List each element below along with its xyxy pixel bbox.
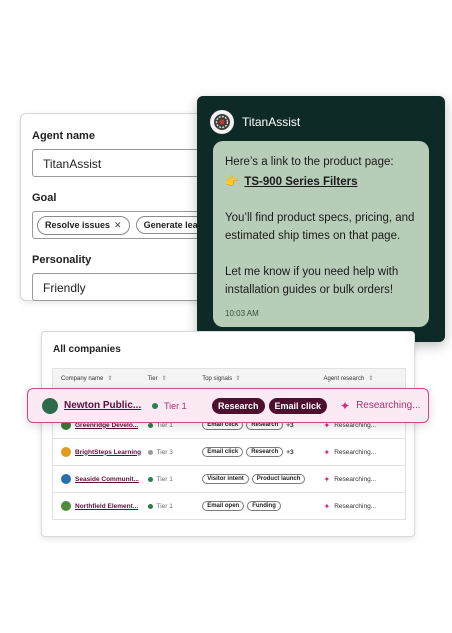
- chat-followup-text: Let me know if you need help with instal…: [225, 266, 399, 296]
- company-logo-icon: [61, 447, 71, 457]
- research-status: Researching...: [334, 475, 377, 483]
- signal-tag: Email click: [202, 447, 244, 457]
- signal-tag: Research: [246, 447, 284, 457]
- more-signals-count[interactable]: +3: [286, 449, 293, 456]
- signal-tag: Product launch: [251, 474, 306, 484]
- chat-link-line: 👉 TS-900 Series Filters: [225, 173, 417, 191]
- signal-tag: Email open: [202, 501, 245, 511]
- chat-agent-name: TitanAssist: [242, 115, 301, 129]
- research-status: Researching...: [356, 400, 421, 411]
- chat-timestamp: 10:03 AM: [225, 309, 259, 318]
- goal-chip-label: Resolve issues: [45, 220, 111, 230]
- company-name-link[interactable]: Newton Public...: [64, 400, 141, 411]
- tier-label: Tier 1: [156, 502, 173, 510]
- signal-tag-research: Research: [212, 397, 265, 414]
- company-logo-icon: [61, 474, 71, 484]
- sort-updown-icon[interactable]: ⇕: [162, 375, 167, 382]
- table-row[interactable]: BrightSteps Learning Tier 3 Email click R…: [53, 438, 405, 465]
- agent-name-label: Agent name: [32, 130, 95, 142]
- research-status: Researching...: [334, 448, 377, 456]
- chat-intro-text: Here’s a link to the product page:: [225, 156, 394, 168]
- chat-message-bubble: Here’s a link to the product page: 👉 TS-…: [213, 141, 429, 327]
- column-header-label: Agent research: [323, 375, 365, 382]
- goal-field[interactable]: Resolve issues ✕ Generate leads: [32, 211, 208, 239]
- companies-title: All companies: [53, 344, 121, 355]
- sort-updown-icon[interactable]: ⇕: [107, 375, 112, 382]
- column-header-label: Tier: [147, 375, 158, 382]
- tier-dot-icon: [152, 402, 158, 409]
- tier-label: Tier 3: [156, 448, 173, 456]
- column-header-company-name[interactable]: Company name ⇕: [53, 375, 148, 383]
- pointing-hand-icon: 👉: [225, 176, 240, 188]
- goal-chip-resolve-issues[interactable]: Resolve issues ✕: [37, 215, 130, 235]
- signal-tag-email-click: Email click: [268, 397, 328, 414]
- gear-emblem-icon: [210, 110, 234, 134]
- personality-label: Personality: [32, 254, 92, 266]
- tier-dot-icon: [147, 476, 153, 482]
- sparkle-icon: ✦: [323, 474, 331, 484]
- sort-updown-icon[interactable]: ⇕: [368, 375, 373, 382]
- sparkle-icon: ✦: [323, 447, 331, 457]
- chat-preview-card: TitanAssist Here’s a link to the product…: [197, 96, 445, 342]
- goal-label: Goal: [32, 192, 57, 204]
- table-row[interactable]: Northfield Element... Tier 1 Email open F…: [53, 492, 405, 519]
- column-header-agent-research[interactable]: Agent research ⇕: [323, 375, 405, 383]
- column-header-tier[interactable]: Tier ⇕: [147, 375, 203, 383]
- agent-name-field[interactable]: TitanAssist: [32, 149, 208, 177]
- table-row[interactable]: Seaside Communit... Tier 1 Visitor inten…: [53, 465, 405, 492]
- company-logo-icon: [61, 501, 71, 511]
- column-header-top-signals[interactable]: Top signals ⇕: [202, 375, 323, 383]
- companies-card: All companies Company name ⇕ Tier ⇕ Top …: [41, 331, 415, 537]
- product-page-link[interactable]: TS-900 Series Filters: [244, 173, 357, 191]
- chat-details-text: You’ll find product specs, pricing, and …: [225, 212, 415, 242]
- personality-field[interactable]: Friendly: [32, 273, 208, 301]
- company-name-link[interactable]: Northfield Element...: [75, 503, 138, 510]
- company-name-link[interactable]: BrightSteps Learning: [75, 449, 141, 456]
- agent-config-card: Agent name TitanAssist Goal Resolve issu…: [20, 113, 220, 301]
- column-header-label: Company name: [61, 375, 104, 382]
- tier-dot-icon: [147, 503, 153, 509]
- close-icon[interactable]: ✕: [114, 220, 122, 231]
- tier-dot-icon: [147, 449, 153, 455]
- tier-label: Tier 1: [164, 400, 187, 411]
- sort-updown-icon[interactable]: ⇕: [235, 375, 240, 382]
- company-logo-icon: [42, 397, 58, 414]
- signal-tag: Visitor intent: [202, 474, 249, 484]
- tier-label: Tier 1: [156, 475, 173, 483]
- sparkle-icon: ✦: [340, 398, 351, 413]
- highlighted-table-row[interactable]: Newton Public... Tier 1 Research Email c…: [27, 388, 429, 423]
- research-status: Researching...: [334, 502, 377, 510]
- chat-header: TitanAssist: [210, 110, 300, 134]
- signal-tag: Funding: [247, 501, 281, 511]
- company-name-link[interactable]: Seaside Communit...: [75, 476, 139, 483]
- sparkle-icon: ✦: [323, 501, 331, 511]
- table-header: Company name ⇕ Tier ⇕ Top signals ⇕ Agen…: [53, 369, 405, 388]
- column-header-label: Top signals: [202, 375, 233, 382]
- tier-dot-icon: [147, 422, 153, 428]
